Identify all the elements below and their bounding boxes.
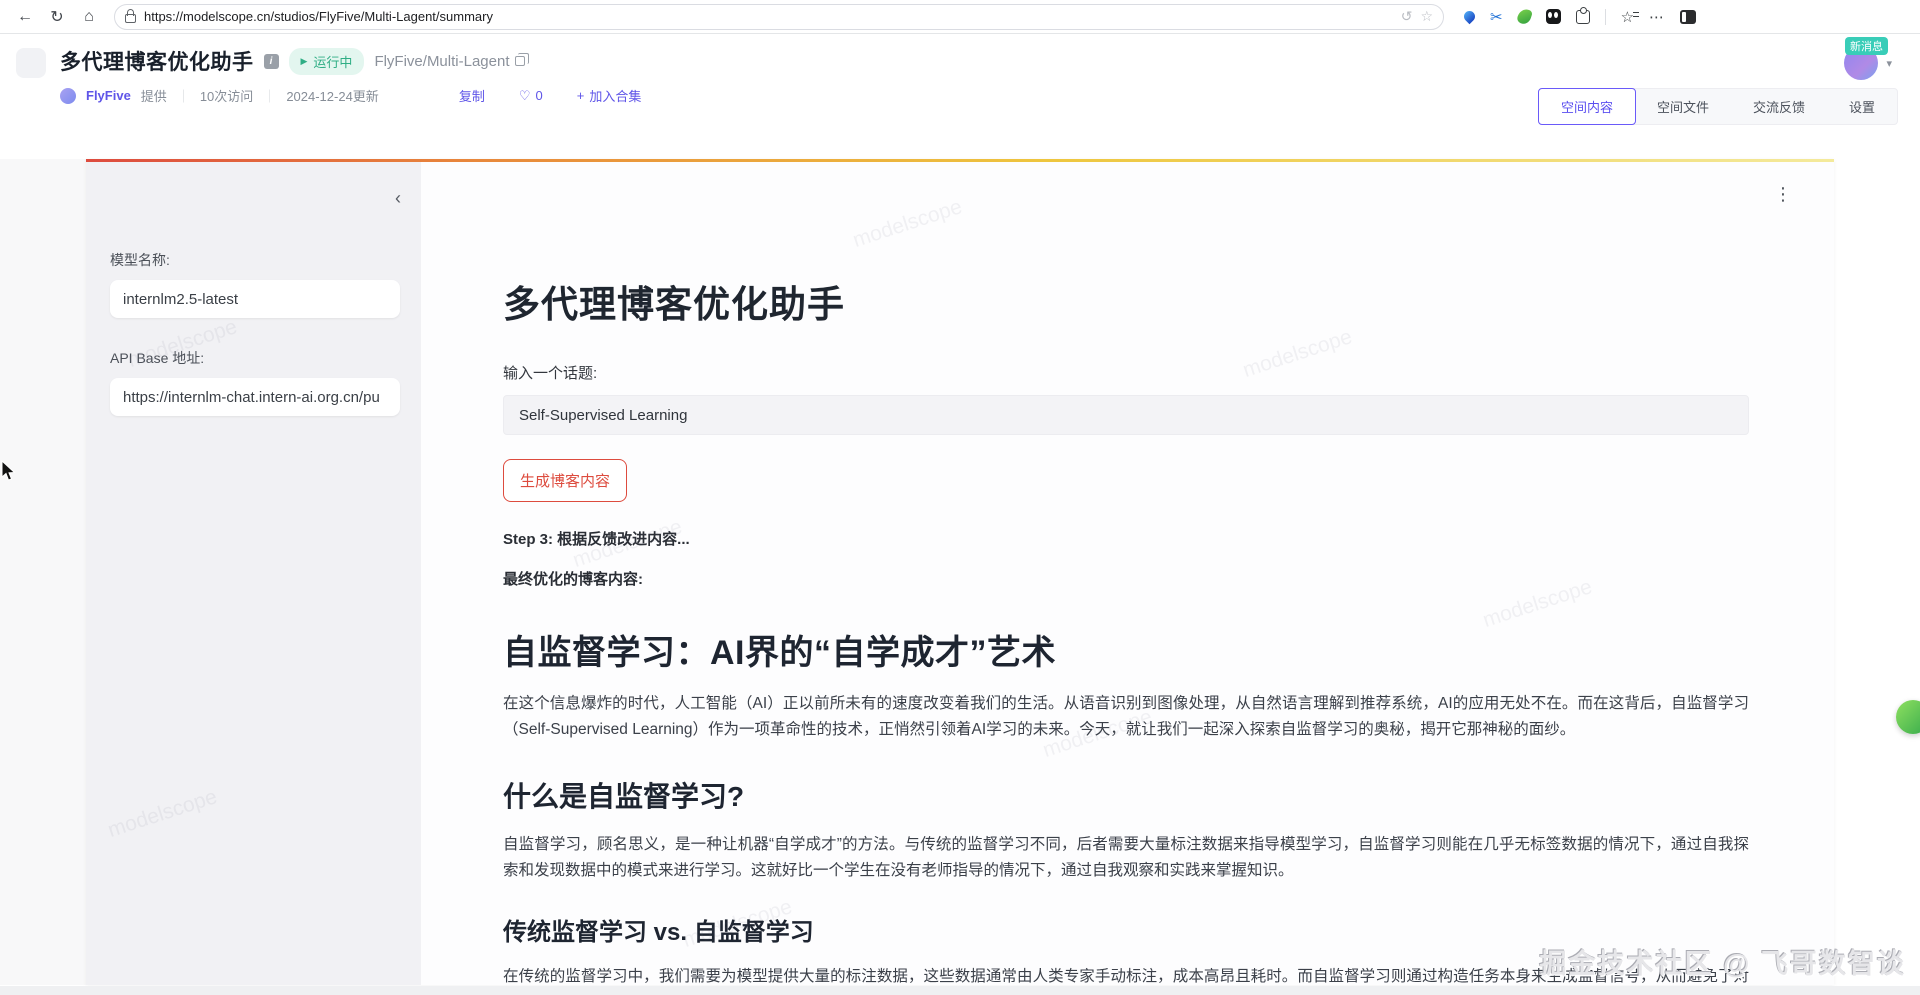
model-name-input[interactable] <box>110 280 400 318</box>
browser-home-button[interactable]: ⌂ <box>76 4 102 30</box>
back-button[interactable] <box>16 48 46 78</box>
tab-space-files[interactable]: 空间文件 <box>1635 89 1731 124</box>
generate-blog-button[interactable]: 生成博客内容 <box>503 459 628 502</box>
status-badge: ▶ 运行中 <box>288 47 365 75</box>
status-label: 运行中 <box>313 54 353 70</box>
favorites-list-icon[interactable]: ☆ <box>1621 8 1640 26</box>
lock-icon <box>125 8 136 23</box>
browser-menu-icon[interactable]: ⋯ <box>1649 8 1665 26</box>
address-bar[interactable]: https://modelscope.cn/studios/FlyFive/Mu… <box>114 3 1444 30</box>
url-text[interactable]: https://modelscope.cn/studios/FlyFive/Mu… <box>144 9 1393 24</box>
extension-scissors-icon[interactable]: ✂ <box>1490 8 1503 26</box>
like-count: 0 <box>535 88 543 103</box>
play-icon: ▶ <box>300 55 308 66</box>
visit-count: 10次访问 <box>199 89 254 104</box>
add-collection-label: 加入合集 <box>589 89 642 104</box>
blog-subsection-heading: 传统监督学习 vs. 自监督学习 <box>503 919 814 946</box>
new-message-badge: 新消息 <box>1845 37 1888 55</box>
app-main: ⋮ 多代理博客优化助手 输入一个话题: 生成博客内容 Step 3: 根据反馈改… <box>421 162 1834 985</box>
browser-back-button[interactable]: ← <box>12 4 38 30</box>
step-status-text: Step 3: 根据反馈改进内容... <box>503 531 690 548</box>
updated-date: 2024-12-24更新 <box>286 89 379 104</box>
bookmark-star-icon[interactable]: ☆ <box>1420 8 1433 25</box>
like-button[interactable]: ♡ 0 <box>519 88 543 104</box>
api-base-label: API Base 地址: <box>110 350 205 366</box>
provider-suffix: 提供 <box>140 89 167 104</box>
extension-drop-icon[interactable] <box>1461 8 1478 25</box>
browser-chrome: ← ↻ ⌂ https://modelscope.cn/studios/FlyF… <box>0 0 1920 34</box>
mouse-cursor <box>1 460 16 481</box>
topic-label: 输入一个话题: <box>503 365 598 382</box>
info-icon[interactable]: i <box>263 53 279 69</box>
topic-input[interactable] <box>503 395 1749 435</box>
provider-avatar <box>60 87 76 104</box>
heart-icon: ♡ <box>518 87 531 103</box>
blog-section-heading: 什么是自监督学习? <box>503 781 745 812</box>
app-sidebar: ‹ 模型名称: API Base 地址: modelscope modelsco… <box>86 162 421 985</box>
blog-title: 自监督学习：AI界的“自学成才”艺术 <box>503 634 1056 672</box>
provider-name[interactable]: FlyFive <box>86 88 131 103</box>
gradio-app: ‹ 模型名称: API Base 地址: modelscope modelsco… <box>86 159 1834 985</box>
add-collection-button[interactable]: + 加入合集 <box>577 86 642 105</box>
sidebar-collapse-icon[interactable]: ‹ <box>395 188 401 209</box>
modelscope-watermark: modelscope <box>105 785 220 842</box>
browser-refresh-button[interactable]: ↻ <box>44 4 70 30</box>
page-title: 多代理博客优化助手 <box>60 51 254 74</box>
breadcrumb[interactable]: FlyFive/Multi-Lagent <box>374 53 530 70</box>
studio-tabs: 空间内容 空间文件 交流反馈 设置 <box>1537 88 1898 125</box>
page-bottom-strip <box>0 986 1920 995</box>
extension-panda-icon[interactable] <box>1545 9 1561 24</box>
copy-repo-icon[interactable] <box>515 53 530 66</box>
tab-settings[interactable]: 设置 <box>1827 89 1897 124</box>
blog-paragraph: 自监督学习，顾名思义，是一种让机器“自学成才”的方法。与传统的监督学习不同，后者… <box>503 836 1749 879</box>
extensions-puzzle-icon[interactable] <box>1575 6 1590 24</box>
api-base-input[interactable] <box>110 378 400 416</box>
extension-bird-icon[interactable] <box>1515 7 1533 26</box>
model-name-label: 模型名称: <box>110 252 170 268</box>
kebab-menu-icon[interactable]: ⋮ <box>1774 184 1792 205</box>
sidebar-panel-icon[interactable] <box>1680 9 1697 24</box>
repo-path[interactable]: FlyFive/Multi-Lagent <box>374 53 509 70</box>
page-left-gutter <box>0 159 86 985</box>
blog-paragraph: 在传统的监督学习中，我们需要为模型提供大量的标注数据，这些数据通常由人类专家手动… <box>503 968 1749 985</box>
app-title: 多代理博客优化助手 <box>503 284 845 325</box>
separator: ｜ <box>176 89 190 104</box>
final-content-label: 最终优化的博客内容: <box>503 571 643 588</box>
studio-header: 多代理博客优化助手 i ▶ 运行中 FlyFive/Multi-Lagent F… <box>0 34 1920 125</box>
toolbar-divider <box>1604 8 1606 25</box>
separator: ｜ <box>263 89 277 104</box>
plus-icon: + <box>576 88 585 103</box>
reader-mode-icon[interactable]: ↺ <box>1401 8 1413 25</box>
chevron-down-icon[interactable]: ▾ <box>1886 57 1892 70</box>
copy-button[interactable]: 复制 <box>459 86 485 105</box>
tab-feedback[interactable]: 交流反馈 <box>1731 89 1827 124</box>
browser-extensions: ✂ ☆ ⋯ <box>1461 6 1697 26</box>
tab-space-content[interactable]: 空间内容 <box>1537 88 1636 125</box>
modelscope-watermark: modelscope <box>850 195 965 252</box>
blog-paragraph: 在这个信息爆炸的时代，人工智能（AI）正以前所未有的速度改变着我们的生活。从语音… <box>503 695 1749 738</box>
